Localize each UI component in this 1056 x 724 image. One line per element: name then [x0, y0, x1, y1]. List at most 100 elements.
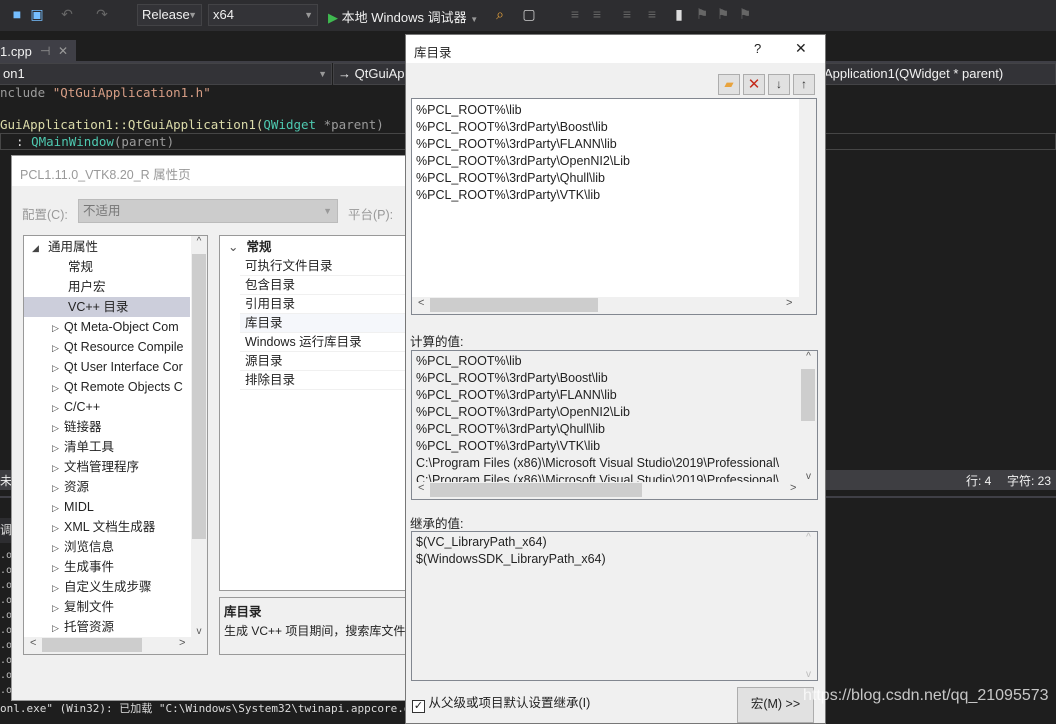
scroll-thumb[interactable] — [192, 254, 206, 539]
find-icon[interactable]: ⌕ — [493, 7, 507, 21]
tree-item[interactable]: ▷ 生成事件 — [24, 557, 190, 577]
indent-icon[interactable]: ≡ — [590, 7, 604, 21]
uncomment-icon[interactable]: ≡ — [645, 7, 659, 21]
tree-item[interactable]: ▷ 资源 — [24, 477, 190, 497]
scroll-up-icon[interactable]: ^ — [806, 351, 811, 362]
grid-row[interactable]: 引用目录 — [240, 295, 430, 314]
collapsed-triangle-icon[interactable]: ▷ — [52, 438, 64, 457]
scroll-thumb[interactable] — [430, 298, 598, 312]
tree-item[interactable]: ▷ 清单工具 — [24, 437, 190, 457]
grid-row[interactable]: Windows 运行库目录 — [240, 333, 430, 352]
code-line-1[interactable]: nclude "QtGuiApplication1.h" — [0, 85, 211, 100]
collapsed-triangle-icon[interactable]: ▷ — [52, 338, 64, 357]
tree-item[interactable]: ▷ Qt Meta-Object Com — [24, 317, 190, 337]
run-debugger-button[interactable]: ▶ 本地 Windows 调试器 ▼ — [328, 7, 478, 26]
scroll-down-icon[interactable]: v — [191, 626, 207, 637]
config-select[interactable]: 不适用 ▼ — [78, 199, 338, 223]
directory-entry[interactable]: %PCL_ROOT%\3rdParty\OpenNI2\Lib — [412, 153, 816, 170]
inherited-values-list[interactable]: $(VC_LibraryPath_x64) $(WindowsSDK_Librar… — [411, 531, 818, 681]
browser-icon[interactable]: ▢ — [522, 7, 536, 21]
redo-icon[interactable]: ↷ — [95, 7, 109, 21]
inherit-checkbox[interactable]: ✓ 从父级或项目默认设置继承(I) — [412, 692, 590, 713]
collapsed-triangle-icon[interactable]: ▷ — [52, 598, 64, 617]
directory-entry[interactable]: %PCL_ROOT%\3rdParty\VTK\lib — [412, 187, 816, 204]
nav-scope-combo[interactable]: on1 ▼ — [0, 63, 332, 85]
computed-hscrollbar[interactable]: < > — [412, 482, 817, 499]
collapsed-triangle-icon[interactable]: ▷ — [52, 518, 64, 537]
scroll-thumb[interactable] — [801, 369, 815, 421]
close-icon[interactable]: ✕ — [58, 44, 68, 58]
directory-entry[interactable]: %PCL_ROOT%\3rdParty\FLANN\lib — [412, 136, 816, 153]
grid-row[interactable]: 可执行文件目录 — [240, 257, 430, 276]
config-combo[interactable]: Release ▼ — [137, 4, 202, 26]
delete-button[interactable]: ✕ — [743, 74, 765, 95]
collapsed-triangle-icon[interactable]: ▷ — [52, 618, 64, 635]
scroll-left-icon[interactable]: < — [418, 482, 424, 494]
tree-hscrollbar[interactable]: < > — [24, 637, 207, 654]
clear-bookmark-icon[interactable]: ⚑ — [738, 7, 752, 21]
collapsed-triangle-icon[interactable]: ▷ — [52, 458, 64, 477]
next-bookmark-icon[interactable]: ⚑ — [716, 7, 730, 21]
tree-item[interactable]: ▷ 文档管理程序 — [24, 457, 190, 477]
align-icon[interactable]: ≡ — [568, 7, 582, 21]
scroll-right-icon[interactable]: > — [786, 297, 792, 309]
move-up-button[interactable]: ↑ — [793, 74, 815, 95]
tree-item[interactable]: ▷ Qt User Interface Cor — [24, 357, 190, 377]
tree-item[interactable]: ▷ 浏览信息 — [24, 537, 190, 557]
scroll-right-icon[interactable]: > — [790, 482, 796, 494]
tree-item[interactable]: ▷ C/C++ — [24, 397, 190, 417]
comment-icon[interactable]: ≡ — [620, 7, 634, 21]
collapsed-triangle-icon[interactable]: ▷ — [52, 358, 64, 377]
scroll-thumb[interactable] — [42, 638, 142, 652]
tree-vscrollbar[interactable]: ^ v — [191, 236, 207, 637]
tree-item[interactable]: ▷ 自定义生成步骤 — [24, 577, 190, 597]
grid-category[interactable]: ⌄ 常规 — [220, 238, 431, 257]
tree-item[interactable]: ▷ Qt Remote Objects C — [24, 377, 190, 397]
code-line-2[interactable]: GuiApplication1::QtGuiApplication1(QWidg… — [0, 117, 384, 132]
scroll-left-icon[interactable]: < — [30, 637, 36, 649]
save-all-icon[interactable]: ▣ — [30, 7, 44, 21]
tab-cpp-file[interactable]: 1.cpp ⊣ ✕ — [0, 40, 76, 63]
platform-combo[interactable]: x64 ▼ — [208, 4, 318, 26]
directory-entry[interactable]: %PCL_ROOT%\3rdParty\Boost\lib — [412, 119, 816, 136]
grid-row[interactable]: 源目录 — [240, 352, 430, 371]
inherited-vscrollbar[interactable]: ^ v — [800, 532, 817, 680]
tree-item[interactable]: 常规 — [24, 257, 190, 277]
tree-item[interactable]: ▷ 复制文件 — [24, 597, 190, 617]
expanded-triangle-icon[interactable]: ◢ — [32, 238, 44, 257]
collapsed-triangle-icon[interactable]: ▷ — [52, 318, 64, 337]
collapsed-triangle-icon[interactable]: ▷ — [52, 578, 64, 597]
new-line-button[interactable]: ▰ — [718, 74, 740, 95]
collapsed-triangle-icon[interactable]: ▷ — [52, 398, 64, 417]
prev-bookmark-icon[interactable]: ⚑ — [695, 7, 709, 21]
collapsed-triangle-icon[interactable]: ▷ — [52, 478, 64, 497]
grid-row[interactable]: 库目录 — [240, 314, 430, 333]
collapsed-triangle-icon[interactable]: ▷ — [52, 558, 64, 577]
collapsed-triangle-icon[interactable]: ▷ — [52, 378, 64, 397]
directory-entry[interactable]: %PCL_ROOT%\3rdParty\Qhull\lib — [412, 170, 816, 187]
scroll-down-icon[interactable]: v — [800, 471, 817, 482]
collapsed-triangle-icon[interactable]: ▷ — [52, 418, 64, 437]
tree-item[interactable]: 用户宏 — [24, 277, 190, 297]
scroll-right-icon[interactable]: > — [179, 637, 185, 649]
collapsed-triangle-icon[interactable]: ▷ — [52, 538, 64, 557]
undo-icon[interactable]: ↶ — [60, 7, 74, 21]
entries-hscrollbar[interactable]: < > — [412, 297, 816, 314]
save-icon[interactable]: ■ — [10, 7, 24, 21]
tree-item[interactable]: ▷ Qt Resource Compile — [24, 337, 190, 357]
tree-item[interactable]: ▷ MIDL — [24, 497, 190, 517]
tree-item[interactable]: ▷ 托管资源 — [24, 617, 190, 635]
directory-entry[interactable]: %PCL_ROOT%\lib — [412, 102, 816, 119]
computed-values-list[interactable]: %PCL_ROOT%\lib %PCL_ROOT%\3rdParty\Boost\… — [411, 350, 818, 500]
computed-vscrollbar[interactable]: ^ v — [800, 351, 817, 482]
directories-edit-list[interactable]: %PCL_ROOT%\lib %PCL_ROOT%\3rdParty\Boost\… — [411, 98, 817, 315]
entries-vscrollbar[interactable] — [799, 99, 816, 297]
help-button[interactable]: ? — [754, 41, 761, 56]
grid-row[interactable]: 排除目录 — [240, 371, 430, 390]
move-down-button[interactable]: ↓ — [768, 74, 790, 95]
tree-item[interactable]: ▷ 链接器 — [24, 417, 190, 437]
pin-icon[interactable]: ⊣ — [40, 44, 50, 58]
bookmark-icon[interactable]: ▮ — [672, 7, 686, 21]
tree-item[interactable]: ◢ 通用属性 — [24, 237, 190, 257]
grid-row[interactable]: 包含目录 — [240, 276, 430, 295]
